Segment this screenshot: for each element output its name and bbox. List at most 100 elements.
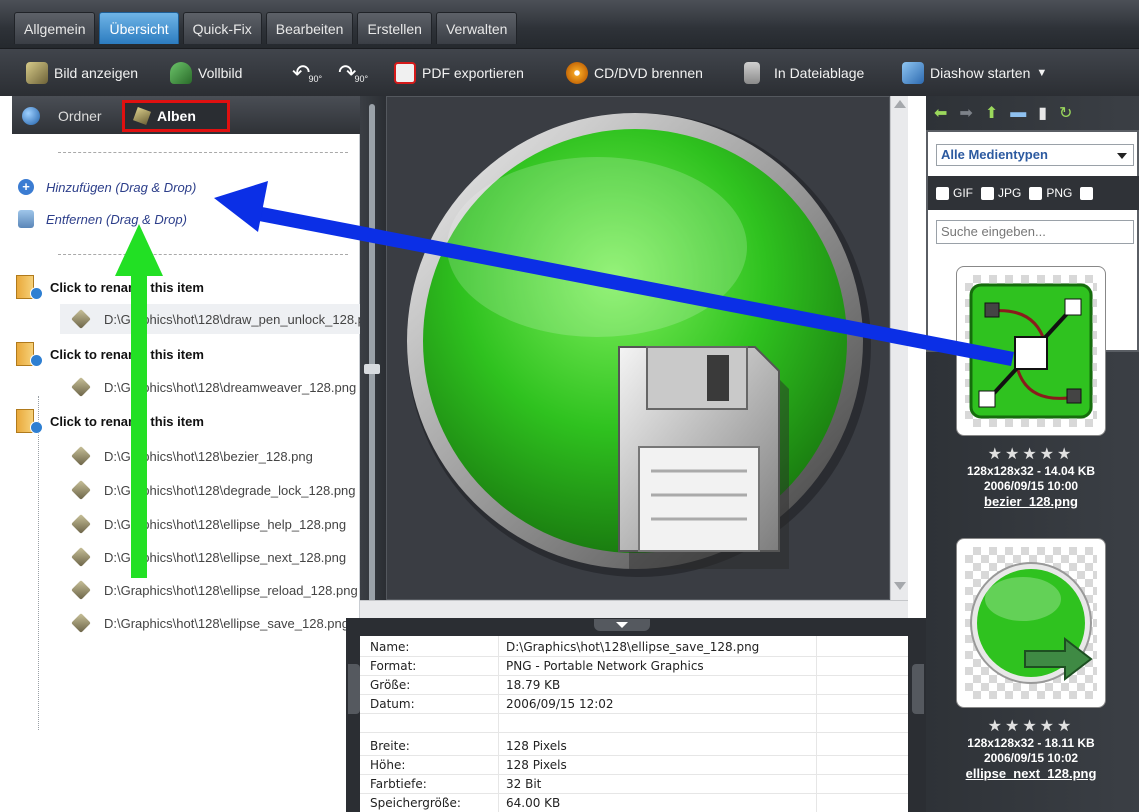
remove-label: Entfernen (Drag & Drop) [46,211,187,227]
filter-label: GIF [953,186,973,200]
image-icon [26,62,48,84]
tab-bearbeiten[interactable]: Bearbeiten [265,12,354,44]
album-title: Click to rename this item [50,346,204,362]
filter-more-checkbox[interactable] [1080,186,1094,200]
album-file[interactable]: D:\Graphics\hot\128\ellipse_save_128.png [60,608,360,638]
info-row: Farbtiefe: 32 Bit [360,775,908,794]
plus-icon: + [18,179,34,195]
remove-album-action[interactable]: Entfernen (Drag & Drop) [18,208,187,230]
back-arrow-icon[interactable]: ⬅ [934,103,947,123]
album-item[interactable]: Click to rename this item [16,406,204,436]
search-input[interactable]: Suche eingeben... [936,220,1134,244]
rotate-right-button[interactable]: ↷ 90° [338,60,368,86]
album-file[interactable]: D:\Graphics\hot\128\draw_pen_unlock_128.… [60,304,360,334]
chevron-down-icon [1117,153,1127,159]
preview-scrollbar-vertical[interactable] [890,96,908,618]
checkbox-box [936,186,949,200]
album-file[interactable]: D:\Graphics\hot\128\ellipse_next_128.png [60,542,360,572]
filter-jpg-checkbox[interactable]: JPG [981,186,1021,200]
image-file-icon [71,613,91,633]
album-file[interactable]: D:\Graphics\hot\128\ellipse_help_128.png [60,509,360,539]
album-file[interactable]: D:\Graphics\hot\128\dreamweaver_128.png [60,372,360,402]
file-tray-button[interactable]: In Dateiablage [744,60,864,86]
zoom-thumb[interactable] [364,364,380,374]
scroll-down-icon[interactable] [894,582,906,590]
info-value: 128 Pixels [506,758,567,772]
album-file[interactable]: D:\Graphics\hot\128\ellipse_reload_128.p… [60,575,360,605]
thumbnail-ellipse-next[interactable]: ★★★★★ 128x128x32 - 18.11 KB 2006/09/15 1… [956,538,1106,781]
type-filters: GIF JPG PNG [928,176,1139,210]
show-image-button[interactable]: Bild anzeigen [26,60,138,86]
info-key: Größe: [370,678,411,692]
trash-icon [18,210,34,228]
preview-scrollbar-horizontal[interactable] [360,600,908,618]
divider [58,152,348,153]
tab-uebersicht[interactable]: Übersicht [99,12,179,44]
info-key: Breite: [370,739,410,753]
info-value: 64.00 KB [506,796,561,810]
filter-gif-checkbox[interactable]: GIF [936,186,973,200]
info-row: Format: PNG - Portable Network Graphics [360,657,908,676]
album-folder-icon [16,407,44,435]
filter-png-checkbox[interactable]: PNG [1029,186,1072,200]
tab-allgemein[interactable]: Allgemein [14,12,96,44]
pdf-export-label: PDF exportieren [422,65,524,81]
up-arrow-icon[interactable]: ⬆ [985,103,998,123]
image-file-icon [71,377,91,397]
navigation-bar: ⬅ ➡ ⬆ ▬ ▮ ↻ [926,96,1139,130]
image-file-icon [71,446,91,466]
info-right-handle[interactable] [912,664,924,714]
scroll-up-icon[interactable] [894,100,906,108]
refresh-icon[interactable]: ↻ [1059,103,1072,123]
album-file[interactable]: D:\Graphics\hot\128\degrade_lock_128.png [60,475,360,505]
pdf-export-button[interactable]: PDF exportieren [394,60,524,86]
file-path: D:\Graphics\hot\128\ellipse_reload_128.p… [104,582,358,598]
tab-ordner[interactable]: Ordner [12,100,112,132]
toolbar: Bild anzeigen Vollbild ↶ 90° ↷ 90° PDF e… [0,48,1139,96]
album-file[interactable]: D:\Graphics\hot\128\bezier_128.png [60,441,360,471]
info-row: Datum: 2006/09/15 12:02 [360,695,908,714]
thumbnail-filename[interactable]: ellipse_next_128.png [956,766,1106,781]
info-value: PNG - Portable Network Graphics [506,659,704,673]
top-tab-bar: Allgemein Übersicht Quick-Fix Bearbeiten… [0,0,1139,48]
forward-arrow-icon[interactable]: ➡ [959,103,972,123]
media-type-select[interactable]: Alle Medientypen [936,144,1134,166]
file-path: D:\Graphics\hot\128\degrade_lock_128.png [104,482,356,498]
tab-erstellen[interactable]: Erstellen [357,12,432,44]
zoom-slider[interactable] [360,96,386,630]
rotate-left-button[interactable]: ↶ 90° [292,60,322,86]
image-preview[interactable] [386,96,890,600]
info-value: D:\Graphics\hot\128\ellipse_save_128.png [506,640,760,654]
fullscreen-button[interactable]: Vollbild [170,60,242,86]
rating-stars[interactable]: ★★★★★ [956,444,1106,464]
tab-ordner-label: Ordner [58,108,102,124]
info-row: Höhe: 128 Pixels [360,756,908,775]
rating-stars[interactable]: ★★★★★ [956,716,1106,736]
file-path: D:\Graphics\hot\128\ellipse_save_128.png [104,615,349,631]
album-folder-icon [16,340,44,368]
bezier-icon [969,283,1093,419]
slideshow-button[interactable]: Diashow starten ▼ [902,60,1047,86]
thumbnail-bezier[interactable]: ★★★★★ 128x128x32 - 14.04 KB 2006/09/15 1… [956,266,1106,509]
file-path: D:\Graphics\hot\128\draw_pen_unlock_128.… [104,311,360,327]
chevron-down-icon[interactable]: ▼ [1036,67,1047,79]
album-item[interactable]: Click to rename this item [16,339,204,369]
burn-cd-button[interactable]: CD/DVD brennen [566,60,703,86]
info-left-handle[interactable] [348,664,360,714]
info-key: Datum: [370,697,415,711]
tab-quick-fix[interactable]: Quick-Fix [182,12,262,44]
view-icon[interactable]: ▬ [1010,104,1026,122]
collapse-handle[interactable] [594,619,650,631]
add-album-action[interactable]: + Hinzufügen (Drag & Drop) [18,176,196,198]
filter-label: PNG [1046,186,1073,200]
thumbnail-filename[interactable]: bezier_128.png [956,494,1106,509]
tab-verwalten[interactable]: Verwalten [435,12,518,44]
album-item[interactable]: Click to rename this item [16,272,204,302]
thumbnail-meta: 128x128x32 - 14.04 KB [966,464,1096,478]
file-path: D:\Graphics\hot\128\bezier_128.png [104,448,313,464]
thumbnail-frame [956,538,1106,708]
checkbox-box [1080,186,1094,200]
checkbox-box [981,186,994,200]
document-icon[interactable]: ▮ [1038,103,1047,123]
tab-alben[interactable]: Alben [122,100,230,132]
